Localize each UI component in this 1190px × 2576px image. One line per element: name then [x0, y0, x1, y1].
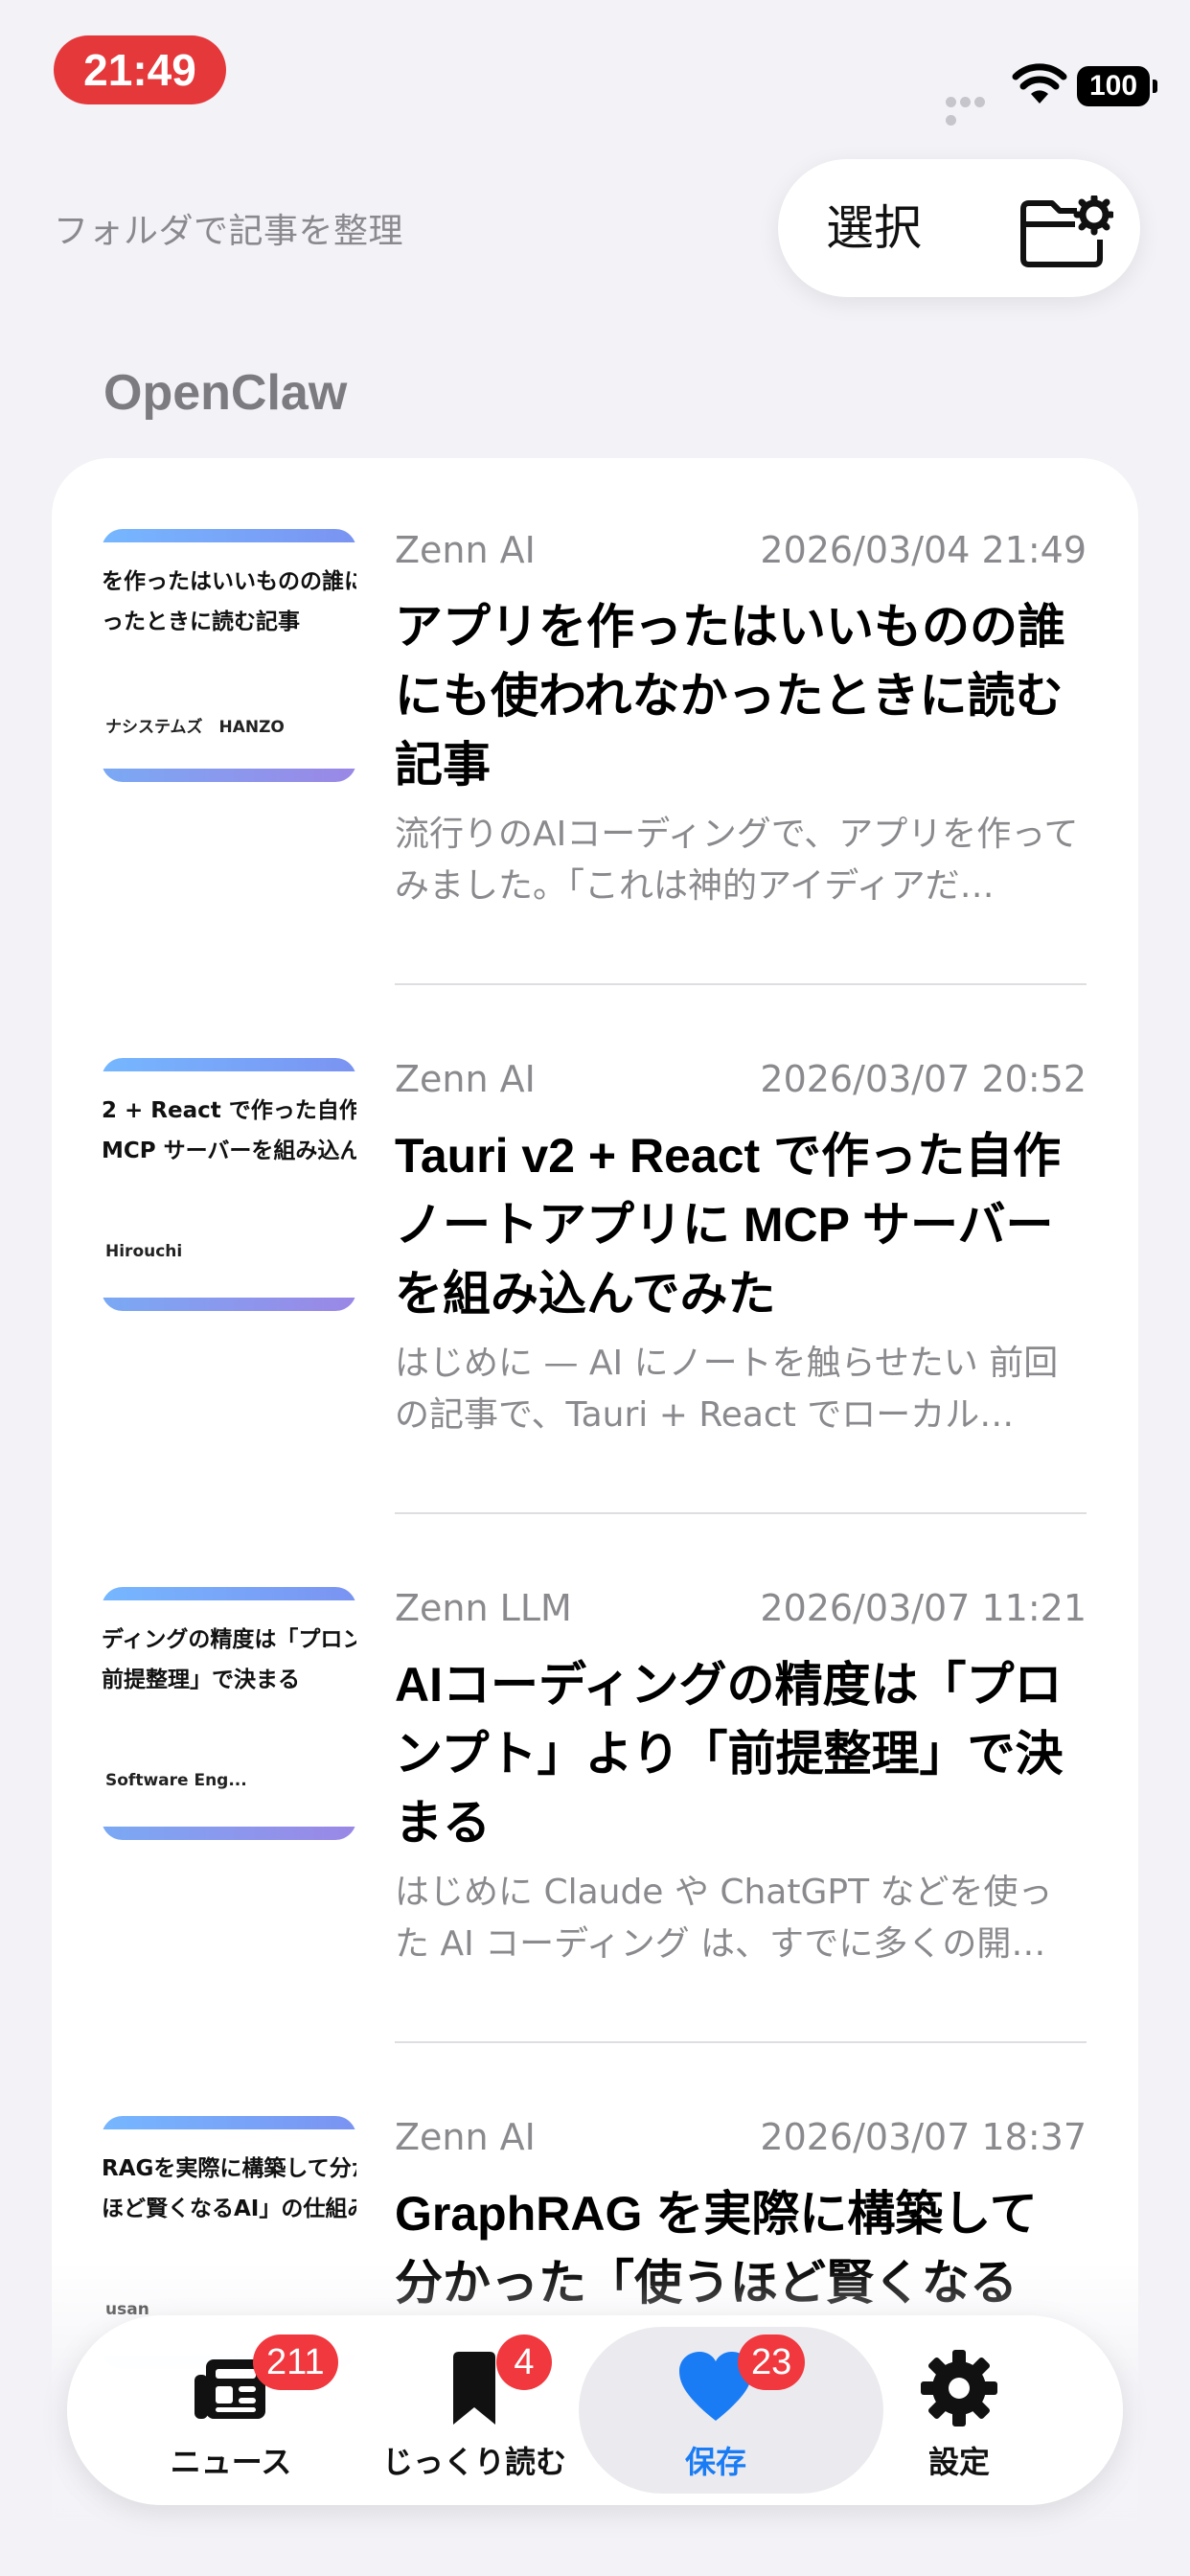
article-excerpt: 流行りのAIコーディングで、アプリを作ってみました。「これは神的アイディアだ… [395, 815, 1079, 906]
article-row[interactable]: 2 + React で作った自作ノー MCP サーバーを組み込んで Hirouc… [52, 987, 1138, 1516]
article-row[interactable]: ディングの精度は「プロンプ 前提整理」で決まる Software Eng... … [52, 1516, 1138, 2045]
divider [395, 983, 1087, 985]
article-date: 2026/03/07 11:21 [760, 1587, 1087, 1629]
gear-icon [921, 2350, 997, 2426]
article-title: Tauri v2 + React で作った自作ノートアプリに MCP サーバーを… [395, 1129, 1062, 1321]
thumbnail-title: 2 + React で作った自作ノー MCP サーバーを組み込んで [102, 1098, 356, 1163]
cellular-signal-icon [946, 93, 1001, 126]
page-subtitle: フォルダで記事を整理 [54, 212, 404, 251]
thumbnail-author: ナシステムズ HANZO [105, 718, 285, 737]
saved-badge: 23 [738, 2334, 806, 2390]
article-excerpt: はじめに Claude や ChatGPT などを使った AI コーディング は… [395, 1873, 1053, 1964]
article-title: アプリを作ったはいいものの誰にも使われなかったときに読む記事 [395, 600, 1065, 792]
article-date: 2026/03/07 20:52 [760, 1058, 1087, 1100]
header-actions: 選択 [778, 159, 1140, 297]
article-title: AIコーディングの精度は「プロンプト」より「前提整理」で決まる [395, 1658, 1064, 1850]
thumbnail-title: を作ったはいいものの誰にも ったときに読む記事 [102, 569, 356, 634]
divider [395, 1512, 1087, 1514]
article-date: 2026/03/07 18:37 [760, 2116, 1087, 2158]
folder-title: OpenClaw [103, 365, 348, 421]
tab-read-later[interactable]: 4 じっくり読む [355, 2315, 594, 2505]
thumbnail-title: RAGを実際に構築して分かっ ほど賢くなるAI」の仕組み [102, 2156, 356, 2221]
article-source: Zenn AI [395, 2116, 536, 2158]
tab-label: 保存 [684, 2444, 746, 2480]
article-source: Zenn AI [395, 1058, 536, 1100]
news-badge: 211 [253, 2334, 338, 2390]
tab-settings[interactable]: 設定 [839, 2315, 1079, 2505]
read-later-badge: 4 [496, 2334, 552, 2390]
tab-label: 設定 [927, 2444, 990, 2480]
status-time: 21:49 [54, 35, 226, 104]
status-bar: 21:49 100 [0, 0, 1190, 134]
tab-bar: 211 ニュース 4 じっくり読む 23 保存 設定 [67, 2315, 1123, 2505]
article-thumbnail: ディングの精度は「プロンプ 前提整理」で決まる Software Eng... [102, 1587, 356, 1840]
tab-saved[interactable]: 23 保存 [579, 2315, 883, 2505]
battery-indicator: 100 [1077, 66, 1157, 106]
tab-label: じっくり読む [381, 2444, 566, 2480]
thumbnail-author: Hirouchi [105, 1242, 183, 1261]
thumbnail-title: ディングの精度は「プロンプ 前提整理」で決まる [102, 1627, 356, 1692]
article-excerpt: はじめに — AI にノートを触らせたい 前回の記事で、Tauri + Reac… [395, 1344, 1059, 1435]
article-thumbnail: を作ったはいいものの誰にも ったときに読む記事 ナシステムズ HANZO [102, 529, 356, 782]
article-source: Zenn AI [395, 529, 536, 571]
divider [395, 2041, 1087, 2043]
wifi-icon [1012, 63, 1067, 104]
select-button[interactable]: 選択 [826, 159, 922, 297]
thumbnail-author: Software Eng... [105, 1771, 247, 1790]
article-source: Zenn LLM [395, 1587, 572, 1629]
article-row[interactable]: を作ったはいいものの誰にも ったときに読む記事 ナシステムズ HANZO Zen… [52, 458, 1138, 987]
article-thumbnail: 2 + React で作った自作ノー MCP サーバーを組み込んで Hirouc… [102, 1058, 356, 1311]
folder-settings-icon[interactable] [1018, 196, 1113, 268]
article-list-card: を作ったはいいものの誰にも ったときに読む記事 ナシステムズ HANZO Zen… [52, 458, 1138, 2576]
article-date: 2026/03/04 21:49 [760, 529, 1087, 571]
tab-news[interactable]: 211 ニュース [111, 2315, 351, 2505]
tab-label: ニュース [170, 2444, 292, 2480]
